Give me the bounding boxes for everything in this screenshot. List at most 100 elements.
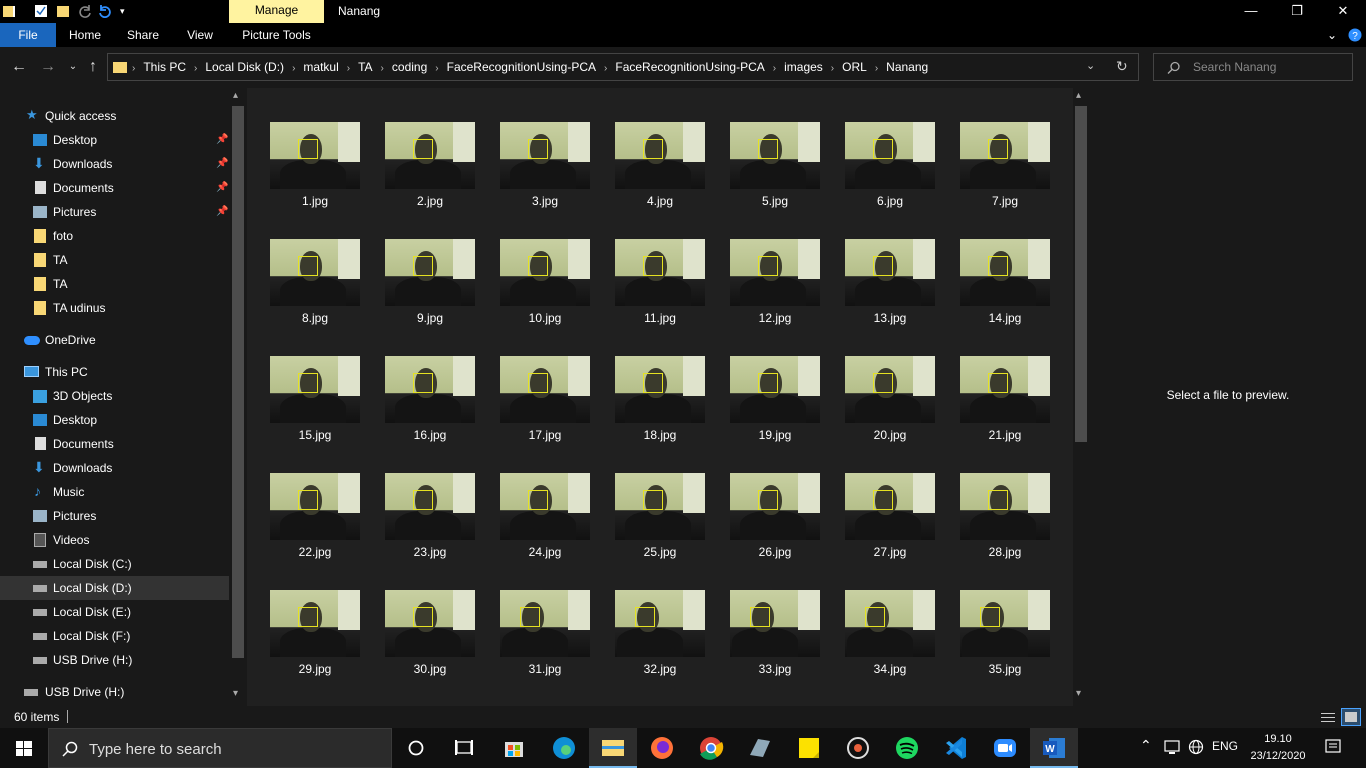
file-item[interactable]: 3.jpg — [500, 122, 590, 208]
sidebar-item-ta-1[interactable]: TA — [0, 248, 229, 272]
input-language[interactable]: ENG — [1212, 739, 1238, 753]
network-icon[interactable] — [1164, 739, 1180, 758]
file-item[interactable]: 24.jpg — [500, 473, 590, 559]
chevron-right-icon[interactable]: › — [194, 63, 197, 74]
file-item[interactable]: 13.jpg — [845, 239, 935, 325]
redo-icon[interactable] — [78, 4, 92, 18]
maximize-button[interactable]: ❐ — [1274, 0, 1320, 23]
sidebar-item-3d-objects[interactable]: 3D Objects — [0, 384, 229, 408]
sidebar-item-local-disk-d[interactable]: Local Disk (D:) — [0, 576, 229, 600]
sidebar-item-desktop[interactable]: Desktop — [0, 408, 229, 432]
new-folder-icon[interactable] — [56, 4, 70, 18]
file-item[interactable]: 18.jpg — [615, 356, 705, 442]
file-item[interactable]: 33.jpg — [730, 590, 820, 676]
chevron-right-icon[interactable]: › — [773, 63, 776, 74]
word-icon[interactable]: W — [1030, 728, 1078, 768]
sidebar-item-downloads-quick[interactable]: ⬇ Downloads 📌 — [0, 152, 229, 176]
spotify-icon[interactable] — [883, 728, 931, 768]
file-item[interactable]: 7.jpg — [960, 122, 1050, 208]
file-item[interactable]: 16.jpg — [385, 356, 475, 442]
recent-locations-button[interactable]: ⌄ — [62, 57, 84, 77]
tab-home[interactable]: Home — [62, 23, 108, 47]
undo-icon[interactable] — [98, 4, 112, 18]
tab-picture-tools[interactable]: Picture Tools — [229, 23, 324, 47]
file-item[interactable]: 4.jpg — [615, 122, 705, 208]
chevron-right-icon[interactable]: › — [292, 63, 295, 74]
tab-share[interactable]: Share — [120, 23, 166, 47]
file-item[interactable]: 35.jpg — [960, 590, 1050, 676]
content-scroll-thumb[interactable] — [1075, 106, 1087, 442]
folder-icon[interactable] — [2, 4, 16, 18]
chevron-right-icon[interactable]: › — [435, 63, 438, 74]
tab-file[interactable]: File — [0, 23, 56, 47]
task-view-icon[interactable] — [440, 728, 488, 768]
chevron-right-icon[interactable]: › — [381, 63, 384, 74]
sidebar-item-desktop-quick[interactable]: Desktop 📌 — [0, 128, 229, 152]
manage-tab[interactable]: Manage — [229, 0, 324, 23]
start-button[interactable] — [0, 728, 48, 768]
scroll-down-icon[interactable]: ▾ — [233, 688, 238, 699]
breadcrumb-facerecognition-1[interactable]: FaceRecognitionUsing-PCA — [447, 60, 596, 74]
pin-icon[interactable]: 📌 — [216, 176, 228, 200]
sidebar-item-onedrive[interactable]: OneDrive — [0, 328, 229, 352]
chrome-icon[interactable] — [687, 728, 735, 768]
sidebar-item-ta-udinus[interactable]: TA udinus — [0, 296, 229, 320]
properties-icon[interactable] — [34, 4, 48, 18]
chevron-right-icon[interactable]: › — [347, 63, 350, 74]
breadcrumb-facerecognition-2[interactable]: FaceRecognitionUsing-PCA — [615, 60, 764, 74]
large-icons-view-icon[interactable] — [1341, 708, 1361, 726]
file-item[interactable]: 27.jpg — [845, 473, 935, 559]
chevron-right-icon[interactable]: › — [831, 63, 834, 74]
file-item[interactable]: 21.jpg — [960, 356, 1050, 442]
file-item[interactable]: 8.jpg — [270, 239, 360, 325]
sidebar-item-quick-access[interactable]: ★ Quick access — [0, 104, 229, 128]
file-item[interactable]: 23.jpg — [385, 473, 475, 559]
file-item[interactable]: 31.jpg — [500, 590, 590, 676]
sidebar-item-pictures[interactable]: Pictures — [0, 504, 229, 528]
breadcrumb-this-pc[interactable]: This PC — [143, 60, 186, 74]
scroll-up-icon[interactable]: ▴ — [1076, 90, 1081, 101]
ribbon-expand-icon[interactable]: ⌄ — [1322, 23, 1342, 47]
sidebar-item-downloads[interactable]: ⬇ Downloads — [0, 456, 229, 480]
sidebar-item-pictures-quick[interactable]: Pictures 📌 — [0, 200, 229, 224]
file-item[interactable]: 17.jpg — [500, 356, 590, 442]
file-item[interactable]: 12.jpg — [730, 239, 820, 325]
sidebar-item-this-pc[interactable]: This PC — [0, 360, 229, 384]
file-item[interactable]: 25.jpg — [615, 473, 705, 559]
edge-icon[interactable] — [540, 728, 588, 768]
sidebar-item-videos[interactable]: Videos — [0, 528, 229, 552]
sidebar-item-local-disk-c[interactable]: Local Disk (C:) — [0, 552, 229, 576]
breadcrumb-orl[interactable]: ORL — [842, 60, 867, 74]
forward-button[interactable]: → — [37, 57, 59, 77]
file-item[interactable]: 6.jpg — [845, 122, 935, 208]
scroll-up-icon[interactable]: ▴ — [233, 90, 238, 101]
sidebar-item-local-disk-e[interactable]: Local Disk (E:) — [0, 600, 229, 624]
sidebar-item-documents[interactable]: Documents — [0, 432, 229, 456]
back-button[interactable]: ← — [8, 57, 30, 77]
breadcrumb-local-disk-d[interactable]: Local Disk (D:) — [205, 60, 284, 74]
breadcrumb-matkul[interactable]: matkul — [303, 60, 338, 74]
details-view-icon[interactable] — [1320, 710, 1336, 724]
address-bar[interactable]: › This PC › Local Disk (D:) › matkul › TA › codin… — [107, 53, 1139, 81]
zoom-icon[interactable] — [981, 728, 1029, 768]
sidebar-item-documents-quick[interactable]: Documents 📌 — [0, 176, 229, 200]
file-item[interactable]: 28.jpg — [960, 473, 1050, 559]
file-item[interactable]: 9.jpg — [385, 239, 475, 325]
file-explorer-icon[interactable] — [589, 728, 637, 768]
app-icon[interactable] — [736, 728, 784, 768]
pin-icon[interactable]: 📌 — [216, 152, 228, 176]
notifications-icon[interactable] — [1325, 739, 1341, 758]
breadcrumb-coding[interactable]: coding — [392, 60, 427, 74]
file-item[interactable]: 1.jpg — [270, 122, 360, 208]
sidebar-item-ta-2[interactable]: TA — [0, 272, 229, 296]
sidebar-scroll-thumb[interactable] — [232, 106, 244, 658]
clock[interactable]: 19.10 23/12/2020 — [1240, 731, 1316, 765]
file-item[interactable]: 22.jpg — [270, 473, 360, 559]
close-button[interactable]: ✕ — [1320, 0, 1366, 23]
sidebar-item-usb-drive-pc[interactable]: USB Drive (H:) — [0, 648, 229, 672]
file-item[interactable]: 19.jpg — [730, 356, 820, 442]
chevron-right-icon[interactable]: › — [604, 63, 607, 74]
breadcrumb-ta[interactable]: TA — [358, 60, 372, 74]
sidebar-item-music[interactable]: ♪ Music — [0, 480, 229, 504]
scroll-down-icon[interactable]: ▾ — [1076, 688, 1081, 699]
